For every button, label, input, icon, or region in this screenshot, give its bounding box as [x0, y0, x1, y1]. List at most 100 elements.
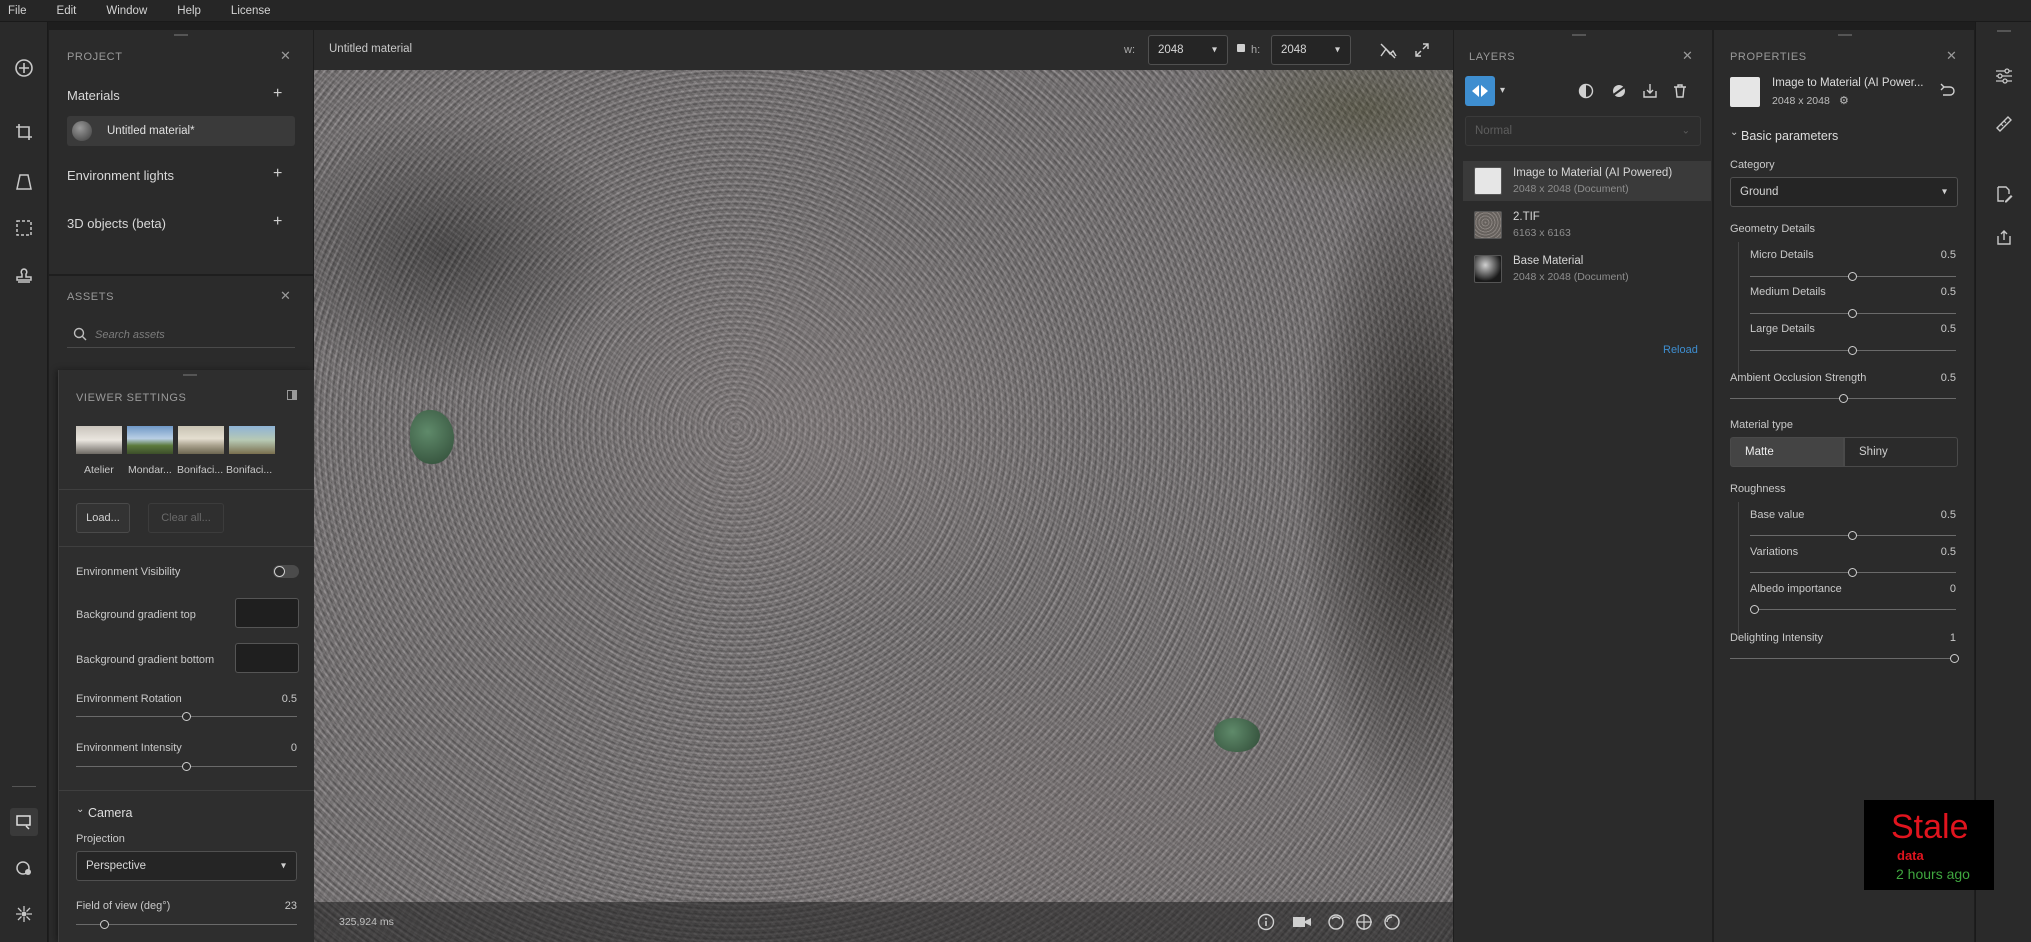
rotate-view-icon[interactable]	[1327, 913, 1345, 934]
width-select[interactable]: 2048 ▾	[1148, 35, 1228, 65]
add-environment-icon[interactable]: +	[273, 165, 282, 183]
panel-grip[interactable]	[1997, 30, 2011, 32]
environment-lights-label[interactable]: Environment lights	[67, 168, 174, 183]
selection-icon[interactable]	[12, 216, 36, 240]
layer-name: 2.TIF	[1513, 211, 1540, 223]
chevron-down-icon[interactable]: ⌄	[76, 804, 84, 815]
menu-file[interactable]: File	[8, 5, 27, 17]
export-icon[interactable]	[1642, 83, 1658, 102]
perspective-icon[interactable]	[12, 170, 36, 194]
menu-window[interactable]: Window	[106, 5, 147, 17]
share-icon[interactable]	[1992, 226, 2016, 250]
properties-sliders-icon[interactable]	[1992, 64, 2016, 88]
render-toggle-icon[interactable]	[1378, 41, 1398, 64]
delighting-intensity-track[interactable]	[1730, 658, 1956, 659]
viewer-settings-icon[interactable]	[10, 808, 38, 836]
fov-track[interactable]	[76, 924, 297, 925]
ao-strength-thumb[interactable]	[1839, 394, 1848, 403]
close-icon[interactable]: ✕	[1946, 48, 1957, 64]
bg-gradient-bottom-swatch[interactable]	[235, 643, 299, 673]
base-value-thumb[interactable]	[1848, 531, 1857, 540]
medium-details-label: Medium Details	[1750, 286, 1826, 298]
env-thumb-bonifaci-1[interactable]	[178, 426, 224, 454]
medium-details-thumb[interactable]	[1848, 309, 1857, 318]
fill-layer-icon[interactable]	[1610, 83, 1628, 102]
sphere-view-icon[interactable]	[1383, 913, 1401, 934]
panel-grip[interactable]	[183, 374, 197, 376]
measure-icon[interactable]	[1992, 112, 2016, 136]
panel-grip[interactable]	[174, 34, 188, 36]
variations-thumb[interactable]	[1848, 568, 1857, 577]
layer-row-ai[interactable]: Image to Material (AI Powered) 2048 x 20…	[1463, 161, 1711, 201]
environment-icon[interactable]	[12, 856, 36, 880]
env-thumb-bonifaci-2[interactable]	[229, 426, 275, 454]
viewport[interactable]	[314, 70, 1453, 942]
lock-icon[interactable]	[1237, 44, 1245, 52]
category-select[interactable]: Ground ▾	[1730, 177, 1958, 207]
material-item[interactable]: Untitled material*	[67, 116, 295, 146]
objects-label[interactable]: 3D objects (beta)	[67, 216, 166, 231]
env-rotation-thumb[interactable]	[182, 712, 191, 721]
stamp-icon[interactable]	[12, 264, 36, 288]
menu-edit[interactable]: Edit	[57, 5, 77, 17]
env-visibility-toggle[interactable]	[273, 565, 299, 578]
gear-icon[interactable]: ⚙	[1839, 94, 1849, 107]
trash-icon[interactable]	[1672, 83, 1688, 102]
delighting-intensity-value: 1	[1949, 632, 1956, 644]
env-thumb-mondar[interactable]	[127, 426, 173, 454]
fullscreen-icon[interactable]	[1414, 42, 1430, 61]
bg-gradient-top-swatch[interactable]	[235, 598, 299, 628]
height-select[interactable]: 2048 ▾	[1271, 35, 1351, 65]
delighting-intensity-thumb[interactable]	[1950, 654, 1959, 663]
micro-details-thumb[interactable]	[1848, 272, 1857, 281]
group-line	[1738, 502, 1739, 640]
env-intensity-thumb[interactable]	[182, 762, 191, 771]
panel-grip[interactable]	[1838, 34, 1852, 36]
layer-row-base[interactable]: Base Material 2048 x 2048 (Document)	[1463, 249, 1711, 289]
layer-row-tif[interactable]: 2.TIF 6163 x 6163	[1463, 205, 1711, 245]
camera-icon[interactable]	[1292, 914, 1312, 933]
env-thumb-atelier[interactable]	[76, 426, 122, 454]
divider	[59, 546, 315, 547]
load-button[interactable]: Load...	[76, 503, 130, 533]
layer-name: Image to Material (AI Powered)	[1513, 167, 1673, 179]
stale-subtitle: data	[1897, 848, 1924, 863]
large-details-thumb[interactable]	[1848, 346, 1857, 355]
fov-thumb[interactable]	[100, 920, 109, 929]
close-icon[interactable]: ✕	[280, 48, 291, 64]
crop-icon[interactable]	[12, 120, 36, 144]
search-icon	[73, 327, 87, 341]
camera-section-label[interactable]: Camera	[88, 806, 132, 820]
shiny-button[interactable]: Shiny	[1844, 437, 1958, 467]
chevron-down-icon[interactable]: ⌄	[1730, 127, 1738, 138]
albedo-importance-thumb[interactable]	[1750, 605, 1759, 614]
add-material-icon[interactable]: +	[273, 85, 282, 103]
panel-grip[interactable]	[1572, 34, 1586, 36]
menu-license[interactable]: License	[231, 5, 271, 17]
ao-strength-label: Ambient Occlusion Strength	[1730, 372, 1867, 384]
dock-icon[interactable]	[287, 390, 297, 400]
blend-mode-select[interactable]: Normal ⌄	[1465, 116, 1701, 146]
clear-all-button[interactable]: Clear all...	[148, 503, 224, 533]
add-object-icon[interactable]: +	[273, 213, 282, 231]
materials-label[interactable]: Materials	[67, 88, 120, 103]
search-assets[interactable]: Search assets	[67, 322, 295, 348]
add-icon[interactable]	[12, 56, 36, 80]
layer-type-icon[interactable]	[1465, 76, 1495, 106]
albedo-importance-track[interactable]	[1750, 609, 1956, 610]
projection-select[interactable]: Perspective ▾	[76, 851, 297, 881]
chevron-down-icon[interactable]: ▾	[1500, 85, 1505, 96]
menu-help[interactable]: Help	[177, 5, 201, 17]
divider	[59, 790, 315, 791]
edit-document-icon[interactable]	[1992, 182, 2016, 206]
network-icon[interactable]	[12, 902, 36, 926]
matte-button[interactable]: Matte	[1730, 437, 1844, 467]
target-icon[interactable]	[1355, 913, 1373, 934]
close-icon[interactable]: ✕	[280, 288, 291, 304]
undo-icon[interactable]	[1940, 83, 1956, 100]
mask-icon[interactable]	[1578, 83, 1594, 102]
reload-link[interactable]: Reload	[1663, 344, 1698, 356]
basic-parameters-label[interactable]: Basic parameters	[1741, 129, 1838, 143]
close-icon[interactable]: ✕	[1682, 48, 1693, 64]
info-icon[interactable]	[1257, 913, 1275, 934]
